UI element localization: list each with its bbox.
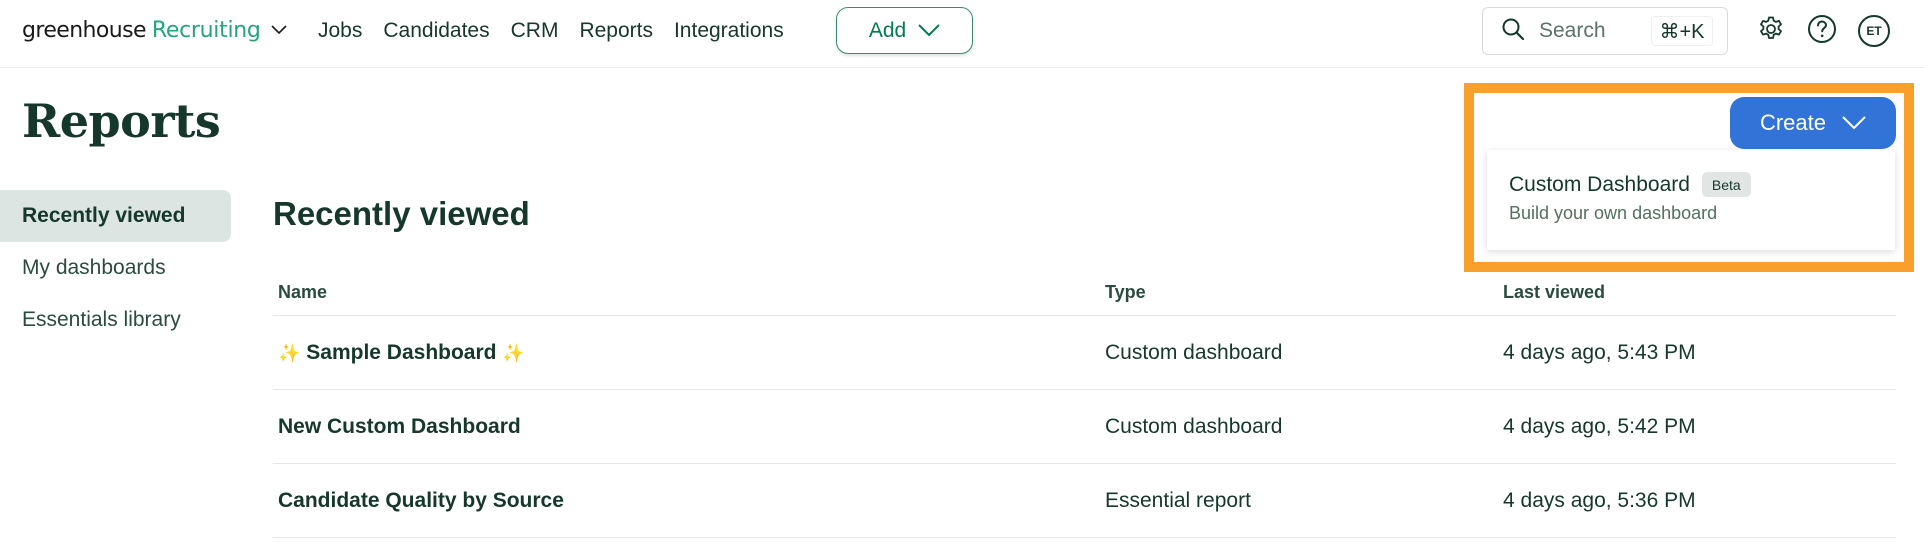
sidebar-item-recently-viewed[interactable]: Recently viewed	[0, 190, 231, 242]
sparkles-icon: ✨	[502, 342, 525, 363]
recently-viewed-table: Name Type Last viewed ✨ Sample Dashboard…	[273, 270, 1896, 538]
row-name-cell[interactable]: ✨ Sample Dashboard ✨	[273, 341, 1105, 365]
menu-item-custom-dashboard[interactable]: Custom Dashboard Beta Build your own das…	[1487, 150, 1895, 250]
menu-item-title: Custom Dashboard	[1509, 172, 1690, 196]
page-title: Reports	[22, 94, 221, 148]
table-row[interactable]: ✨ Sample Dashboard ✨ Custom dashboard 4 …	[273, 316, 1896, 390]
table-row[interactable]: New Custom Dashboard Custom dashboard 4 …	[273, 390, 1896, 464]
nav-candidates[interactable]: Candidates	[383, 19, 489, 43]
logo-product: Recruiting	[151, 17, 261, 43]
gear-icon	[1757, 15, 1785, 48]
create-button-label: Create	[1759, 110, 1827, 135]
row-last-viewed: 4 days ago, 5:36 PM	[1503, 488, 1696, 512]
menu-item-subtitle: Build your own dashboard	[1509, 203, 1718, 223]
row-name[interactable]: Candidate Quality by Source	[273, 489, 1105, 513]
user-avatar[interactable]: ET	[1858, 15, 1890, 47]
nav-reports[interactable]: Reports	[579, 19, 653, 43]
search-shortcut-hint: ⌘+K	[1651, 16, 1713, 46]
nav-integrations[interactable]: Integrations	[674, 19, 784, 43]
row-type: Essential report	[1105, 488, 1251, 512]
row-type: Custom dashboard	[1105, 414, 1283, 438]
create-button[interactable]: Create	[1730, 97, 1896, 149]
sparkles-icon: ✨	[278, 342, 301, 363]
chevron-down-icon	[1842, 110, 1866, 136]
create-dropdown-menu: Custom Dashboard Beta Build your own das…	[1487, 150, 1895, 250]
row-name: Sample Dashboard	[306, 340, 497, 364]
row-last-viewed: 4 days ago, 5:42 PM	[1503, 414, 1696, 438]
add-button-label: Add	[868, 18, 907, 42]
top-navigation-bar: greenhouse Recruiting Jobs Candidates CR…	[0, 0, 1924, 68]
reports-sidebar: Recently viewed My dashboards Essentials…	[0, 190, 231, 346]
section-title: Recently viewed	[273, 195, 530, 232]
search-placeholder: Search	[1539, 19, 1606, 42]
help-icon	[1807, 14, 1837, 49]
logo-brand: greenhouse	[22, 17, 146, 43]
table-header: Name Type Last viewed	[273, 270, 1896, 316]
column-header-type[interactable]: Type	[1105, 282, 1503, 303]
help-button[interactable]	[1806, 14, 1838, 49]
beta-badge: Beta	[1701, 172, 1751, 197]
row-type: Custom dashboard	[1105, 340, 1283, 364]
sidebar-item-my-dashboards[interactable]: My dashboards	[0, 242, 231, 294]
chevron-down-icon	[918, 19, 940, 43]
settings-button[interactable]	[1755, 15, 1787, 47]
search-icon	[1501, 17, 1525, 46]
row-name[interactable]: New Custom Dashboard	[273, 415, 1105, 439]
nav-crm[interactable]: CRM	[511, 19, 559, 43]
product-switcher[interactable]: greenhouse Recruiting	[22, 12, 287, 48]
search-input[interactable]: Search ⌘+K	[1482, 7, 1728, 55]
column-header-name[interactable]: Name	[273, 282, 1105, 303]
table-row[interactable]: Candidate Quality by Source Essential re…	[273, 464, 1896, 538]
add-button[interactable]: Add	[836, 7, 973, 54]
row-last-viewed: 4 days ago, 5:43 PM	[1503, 340, 1696, 364]
column-header-last-viewed[interactable]: Last viewed	[1503, 282, 1896, 303]
chevron-down-icon	[271, 22, 287, 38]
main-nav: Jobs Candidates CRM Reports Integrations	[318, 14, 784, 48]
nav-jobs[interactable]: Jobs	[318, 19, 362, 43]
sidebar-item-essentials-library[interactable]: Essentials library	[0, 294, 231, 346]
